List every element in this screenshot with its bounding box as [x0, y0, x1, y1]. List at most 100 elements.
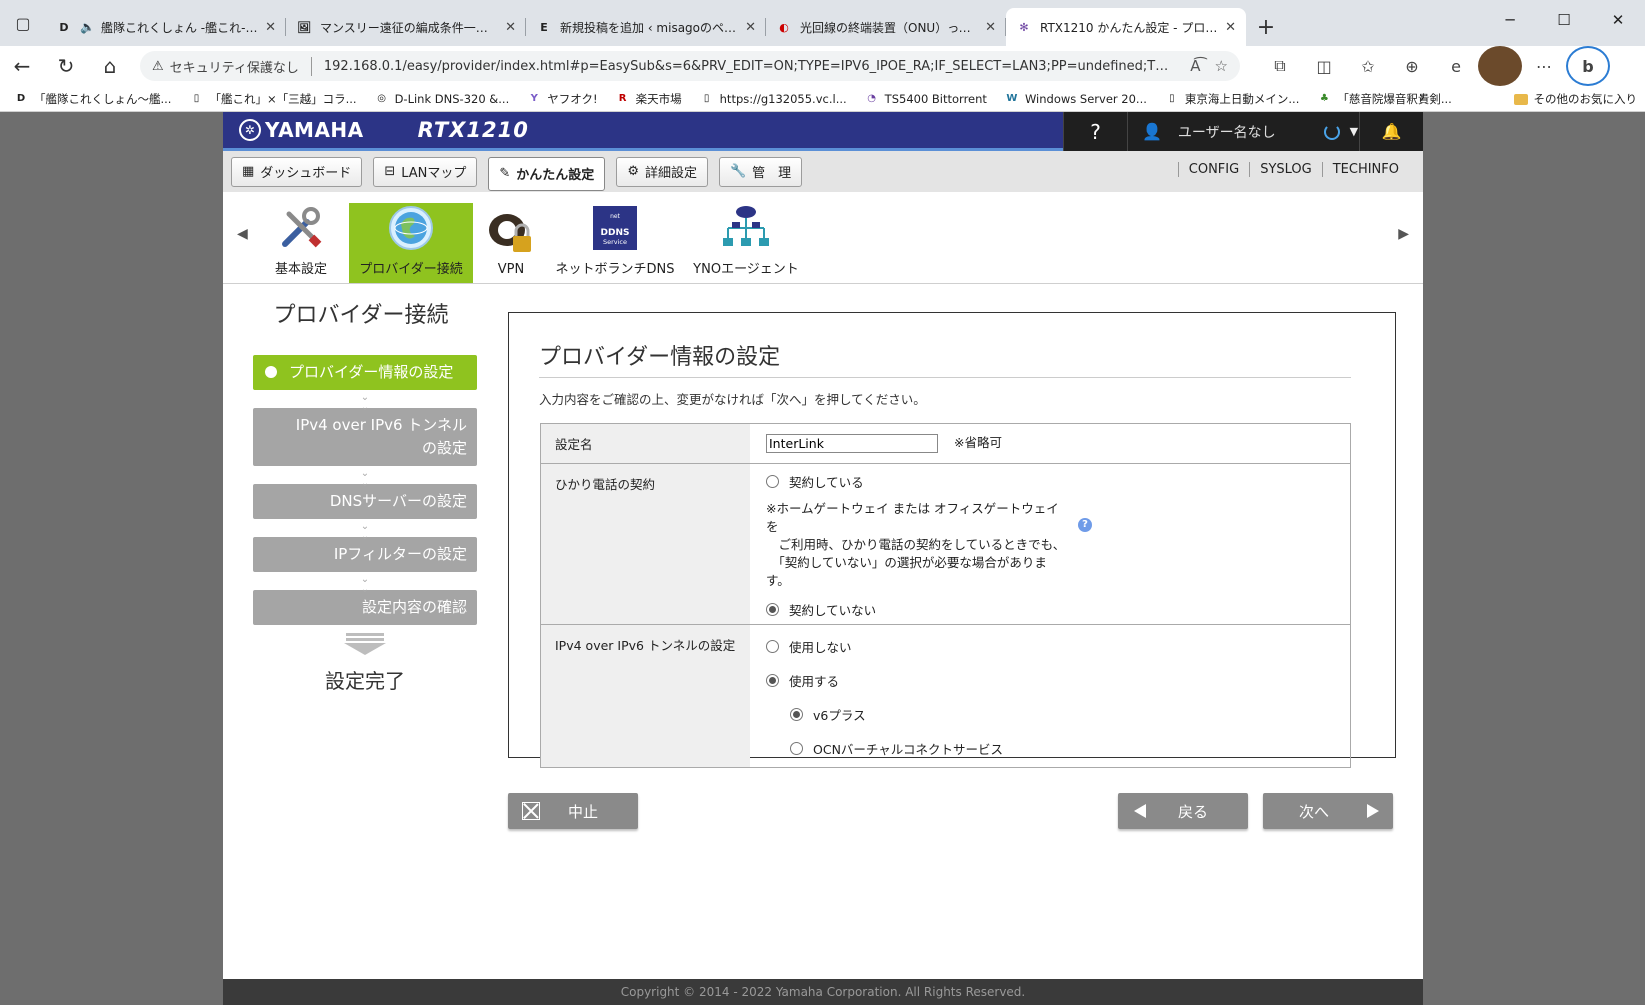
bookmark-item[interactable]: W Windows Server 20... — [1005, 92, 1146, 106]
bookmark-item[interactable]: D 「艦隊これくしょん～艦... — [14, 91, 172, 107]
help-button[interactable]: ? — [1063, 112, 1127, 151]
bookmark-label: D-Link DNS-320 &... — [394, 91, 510, 106]
favorites-icon[interactable]: ✩ — [1346, 46, 1390, 86]
scroll-left-icon[interactable]: ◀ — [237, 226, 248, 242]
bookmark-item[interactable]: ♣ 「慈音院爆音釈貴剣... — [1317, 91, 1452, 107]
bookmark-item[interactable]: ▯ 東京海上日動メイン... — [1165, 91, 1299, 107]
ie-mode-icon[interactable]: e — [1434, 46, 1478, 86]
chevron-right-icon[interactable]: › — [1419, 90, 1425, 106]
menu-easy-setup[interactable]: ✎ かんたん設定 — [488, 156, 606, 191]
radio-phone-contracted[interactable]: 契約している — [766, 470, 1334, 492]
bookmark-label: 「艦隊これくしょん～艦... — [34, 91, 172, 106]
back-icon[interactable]: ← — [0, 46, 44, 86]
radio-label: OCNバーチャルコネクトサービス — [813, 741, 1004, 757]
radio-button[interactable] — [766, 474, 779, 488]
loading-icon — [1323, 123, 1340, 140]
radio-tunnel-off[interactable]: 使用しない — [766, 629, 1334, 663]
link-syslog[interactable]: SYSLOG — [1249, 162, 1322, 177]
next-button[interactable]: 次へ — [1263, 793, 1393, 829]
menu-management[interactable]: 🔧 管 理 — [718, 156, 803, 187]
browser-tab[interactable]: D 🔈 艦隊これくしょん -艦これ- - オン ✕ — [46, 8, 286, 46]
bookmark-item[interactable]: ◔ TS5400 Bittorrent — [865, 92, 987, 106]
home-icon[interactable]: ⌂ — [88, 46, 132, 86]
bell-icon[interactable]: 🔔 — [1359, 112, 1423, 151]
bing-icon[interactable]: b — [1566, 46, 1610, 86]
new-tab-icon[interactable]: + — [1246, 8, 1286, 46]
menu-advanced[interactable]: ⚙ 詳細設定 — [616, 156, 708, 187]
radio-v6plus[interactable]: v6プラス — [790, 697, 1334, 731]
url-input[interactable]: ⚠ セキュリティ保護なし 192.168.0.1/easy/provider/i… — [140, 51, 1240, 81]
chevron-down-icon: ⌄ ⌄ — [360, 574, 370, 595]
table-row: IPv4 over IPv6 トンネルの設定 使用しない 使用する v6プラス … — [541, 624, 1350, 767]
network-cloud-icon — [723, 206, 769, 246]
security-label[interactable]: セキュリティ保護なし — [170, 56, 312, 76]
user-menu[interactable]: 👤 ユーザー名なし ▼ — [1127, 112, 1359, 151]
menu-lan-map[interactable]: ⊟ LANマップ — [373, 156, 478, 187]
speaker-icon[interactable]: 🔈 — [80, 20, 95, 34]
bookmark-label: 東京海上日動メイン... — [1184, 91, 1300, 106]
link-config[interactable]: CONFIG — [1177, 162, 1249, 177]
cancel-button[interactable]: 中止 — [508, 793, 638, 829]
radio-button-selected[interactable] — [790, 707, 803, 721]
step-nav-title: プロバイダー接続 — [273, 303, 449, 328]
help-question-icon[interactable]: ? — [1078, 518, 1092, 532]
read-aloud-icon[interactable]: A͡ — [1190, 57, 1200, 75]
extensions-icon[interactable]: ⧉ — [1258, 46, 1302, 86]
tab-close-icon[interactable]: ✕ — [505, 20, 516, 35]
icon-netvolante-dns[interactable]: net DDNS Service ネットボランチDNS — [549, 203, 681, 283]
table-row: 設定名 ※省略可 — [541, 424, 1350, 463]
radio-phone-not-contracted[interactable]: 契約していない — [766, 598, 1334, 620]
other-bookmarks-folder[interactable]: その他のお気に入り — [1513, 91, 1637, 107]
maximize-icon[interactable]: ☐ — [1537, 0, 1591, 40]
icon-provider-connection[interactable]: プロバイダー接続 — [349, 203, 473, 283]
tab-actions-icon[interactable]: ▢ — [0, 0, 46, 46]
wrench-icon: 🔧 — [729, 164, 747, 179]
close-window-icon[interactable]: ✕ — [1591, 0, 1645, 40]
browser-tab[interactable]: ◐ 光回線の終端装置（ONU）って何 ✕ — [766, 8, 1006, 46]
minimize-icon[interactable]: ─ — [1483, 0, 1537, 40]
tab-close-icon[interactable]: ✕ — [265, 20, 276, 35]
radio-ocn-virtual-connect[interactable]: OCNバーチャルコネクトサービス — [790, 731, 1334, 765]
bookmark-item[interactable]: ◎ D-Link DNS-320 &... — [375, 91, 510, 106]
profile-icon[interactable] — [1478, 46, 1522, 86]
radio-button[interactable] — [790, 741, 803, 755]
tab-title: 光回線の終端装置（ONU）って何 — [800, 20, 980, 35]
caret-down-icon[interactable]: ▼ — [1350, 125, 1358, 138]
radio-button-selected[interactable] — [766, 673, 779, 687]
icon-yno-agent[interactable]: YNOエージェント — [681, 203, 811, 283]
scroll-right-icon[interactable]: ▶ — [1398, 226, 1409, 242]
svg-text:net: net — [610, 213, 620, 220]
current-step-dot-icon — [265, 366, 277, 378]
radio-tunnel-on[interactable]: 使用する — [766, 663, 1334, 697]
bookmark-item[interactable]: ▯ https://g132055.vc.l... — [700, 92, 847, 106]
bookmark-label: 楽天市場 — [635, 91, 682, 106]
reload-icon[interactable]: ↻ — [44, 46, 88, 86]
tab-close-icon[interactable]: ✕ — [985, 20, 996, 35]
collections-icon[interactable]: ⊕ — [1390, 46, 1434, 86]
menu-dashboard[interactable]: ▦ ダッシュボード — [231, 156, 363, 187]
icon-vpn[interactable]: VPN — [473, 203, 549, 283]
bookmark-item[interactable]: Y ヤフオク! — [527, 91, 598, 107]
divider — [539, 377, 1351, 378]
field-value: 使用しない 使用する v6プラス OCNバーチャルコネクトサービス — [750, 625, 1350, 767]
bookmark-item[interactable]: R 楽天市場 — [616, 91, 682, 107]
router-app: ✲ YAMAHA RTX1210 ? 👤 ユーザー名なし ▼ 🔔 ▦ ダッシュボード… — [223, 112, 1423, 1005]
tab-close-icon[interactable]: ✕ — [1225, 20, 1236, 35]
split-screen-icon[interactable]: ◫ — [1302, 46, 1346, 86]
tab-close-icon[interactable]: ✕ — [745, 20, 756, 35]
bookmark-item[interactable]: ▯ 「艦これ」×「三越」コラ... — [189, 91, 357, 107]
setting-name-input[interactable] — [766, 434, 938, 453]
back-button[interactable]: 戻る — [1118, 793, 1248, 829]
radio-button-selected[interactable] — [766, 602, 779, 616]
more-menu-icon[interactable]: ⋯ — [1522, 46, 1566, 86]
radio-label: 契約していない — [789, 602, 877, 618]
link-techinfo[interactable]: TECHINFO — [1321, 162, 1409, 177]
browser-tab[interactable]: E 新規投稿を追加 ‹ misagoのページ - ✕ — [526, 8, 766, 46]
radio-button[interactable] — [766, 639, 779, 653]
browser-tab-active[interactable]: ✻ RTX1210 かんたん設定 - プロバイダー ✕ — [1006, 8, 1246, 46]
favorite-star-icon[interactable]: ☆ — [1215, 57, 1228, 75]
step-navigation: プロバイダー接続 プロバイダー情報の設定 ⌄ ⌄ IPv4 over IPv6 ト… — [253, 297, 477, 694]
icon-basic-settings[interactable]: 基本設定 — [263, 203, 339, 283]
browser-tab[interactable]: 🖼 マンスリー遠征の編成条件一覧と編 ✕ — [286, 8, 526, 46]
note-text: ※ホームゲートウェイ または オフィスゲートウェイ を ご利用時、ひかり電話の契… — [766, 501, 1066, 588]
